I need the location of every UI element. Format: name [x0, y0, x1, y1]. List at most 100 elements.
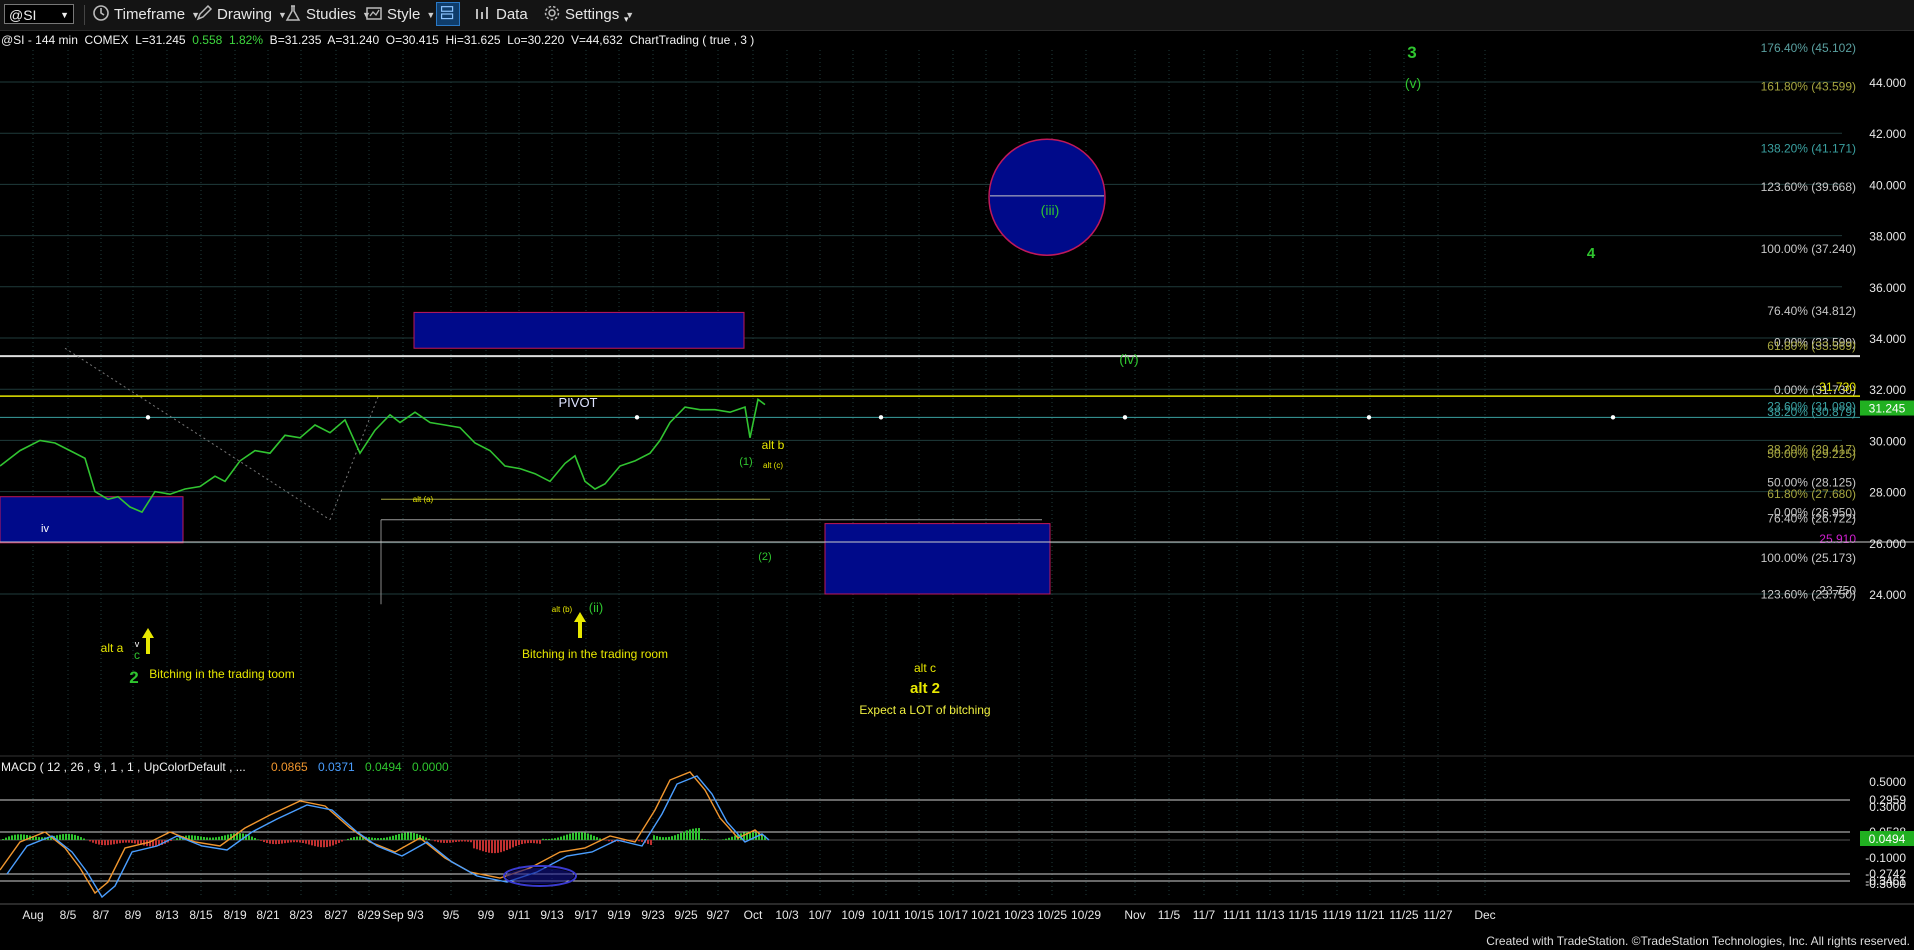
macd-hist-bar — [269, 840, 271, 844]
macd-hist-bar — [239, 833, 241, 840]
symbol-input[interactable]: @SI ▼ — [4, 4, 74, 24]
macd-hist-bar — [698, 828, 700, 840]
macd-hist-bar — [638, 840, 640, 842]
macd-hist-bar — [404, 832, 406, 840]
macd-hist-bar — [341, 840, 343, 842]
annotation-label: Expect a LOT of bitching — [859, 703, 990, 717]
price-chart[interactable]: 176.40% (45.102) 161.80% (43.599) 138.20% … — [0, 30, 1914, 950]
macd-hist-bar — [332, 840, 334, 846]
macd-hist-bar — [107, 840, 109, 846]
style-button[interactable]: Style ▼ — [365, 4, 435, 26]
flask-icon — [285, 5, 301, 21]
macd-hist-bar — [350, 837, 352, 840]
macd-hist-bar — [2, 839, 4, 840]
annotation-label: alt (a) — [413, 495, 434, 504]
studies-button[interactable]: Studies ▼ — [284, 4, 371, 26]
macd-hist-bar — [308, 840, 310, 845]
macd-hist-bar — [218, 836, 220, 840]
time-tick-label: 10/9 — [841, 908, 865, 922]
macd-hist-bar — [392, 835, 394, 840]
time-tick-label: 8/13 — [155, 908, 179, 922]
macd-hist-bar — [560, 836, 562, 840]
macd-hist-bar — [263, 840, 265, 843]
time-tick-label: 11/21 — [1355, 908, 1384, 922]
toolbar-overflow-icon[interactable]: ▾ — [624, 8, 629, 30]
macd-hist-bar — [467, 840, 469, 842]
macd-hist-bar — [329, 840, 331, 847]
macd-last-label: 0.0494 — [1869, 832, 1906, 846]
macd-hist-bar — [284, 840, 286, 844]
time-tick-label: 10/21 — [971, 908, 1001, 922]
layout-toggle-button[interactable] — [436, 2, 460, 26]
macd-title: MACD ( 12 , 26 , 9 , 1 , 1 , UpColorDefa… — [1, 760, 246, 774]
yellow-arrow — [142, 628, 154, 654]
macd-hist-bar — [449, 840, 451, 843]
macd-hist-bar — [533, 840, 535, 844]
pivot-box — [413, 311, 745, 349]
fib-level-label: 31.730 — [1819, 380, 1856, 394]
macd-hist-bar — [317, 840, 319, 847]
macd-hist-bar — [110, 840, 112, 845]
settings-button[interactable]: Settings ▼ — [543, 4, 634, 26]
macd-hist-bar — [593, 835, 595, 840]
projection-dot — [634, 415, 640, 420]
macd-hist-bar — [488, 840, 490, 853]
macd-hist-bar — [515, 840, 517, 847]
macd-hist-bar — [251, 836, 253, 840]
macd-hist-bar — [470, 840, 472, 843]
macd-hist-bar — [257, 839, 259, 840]
chevron-down-icon: ▼ — [426, 10, 436, 20]
settings-label: Settings — [565, 6, 620, 23]
macd-hist-bar — [398, 833, 400, 840]
data-button[interactable]: Data — [474, 4, 528, 26]
timeframe-icon — [93, 5, 109, 21]
macd-hist-bar — [125, 840, 127, 843]
projection-dot — [878, 415, 884, 420]
layout-icon — [440, 6, 454, 20]
macd-tick-label: -0.1000 — [1865, 851, 1906, 865]
annotation-label: Bitching in the trading toom — [149, 667, 294, 681]
fib-levels: 176.40% (45.102) 161.80% (43.599) 138.20% … — [0, 41, 1860, 605]
macd-hist-bar — [476, 840, 478, 850]
macd-hist-bar — [254, 837, 256, 840]
time-tick-label: Oct — [744, 908, 763, 922]
macd-hist-bar — [359, 836, 361, 840]
drawing-button[interactable]: Drawing ▼ — [195, 4, 287, 26]
macd-hist-bar — [701, 838, 703, 840]
macd-hist-bar — [722, 839, 724, 840]
data-label: Data — [496, 6, 528, 23]
style-label: Style — [387, 6, 421, 23]
macd-hist-bar — [380, 838, 382, 840]
time-tick-label: 8/21 — [256, 908, 280, 922]
macd-hist-bar — [731, 836, 733, 840]
macd-hist-bar — [335, 840, 337, 845]
macd-hist-bar — [77, 835, 79, 840]
price-tick-label: 36.000 — [1869, 281, 1906, 295]
macd-hist-bar — [62, 834, 64, 840]
macd-hist-bar — [122, 840, 124, 843]
price-series: 31.245 — [0, 398, 1914, 514]
fib-level-label: 38.20% (30.879) — [1767, 405, 1856, 419]
price-tick-label: 42.000 — [1869, 127, 1906, 141]
macd-hist-bar — [92, 840, 94, 843]
macd-hist-bar — [347, 838, 349, 840]
macd-hist-bar — [296, 840, 298, 843]
macd-hist-bar — [527, 840, 529, 844]
macd-hist-bar — [407, 832, 409, 840]
fib-level-label: 50.00% (29.225) — [1767, 447, 1856, 461]
gear-icon — [544, 5, 560, 21]
annotation-label: (iii) — [1041, 202, 1060, 218]
time-tick-label: 8/19 — [223, 908, 247, 922]
macd-hist-bar — [197, 836, 199, 840]
time-tick-label: 9/9 — [478, 908, 495, 922]
macd-hist-bar — [479, 840, 481, 851]
price-tick-label: 34.000 — [1869, 332, 1906, 346]
macd-hist-bar — [743, 832, 745, 840]
macd-hist-bar — [632, 840, 634, 841]
macd-hist-bar — [554, 838, 556, 840]
timeframe-button[interactable]: Timeframe ▼ — [92, 4, 200, 26]
time-tick-label: 9/19 — [607, 908, 631, 922]
macd-hist-bar — [536, 840, 538, 844]
fib-level-label: 100.00% (37.240) — [1761, 242, 1856, 256]
macd-hist-bar — [287, 840, 289, 843]
